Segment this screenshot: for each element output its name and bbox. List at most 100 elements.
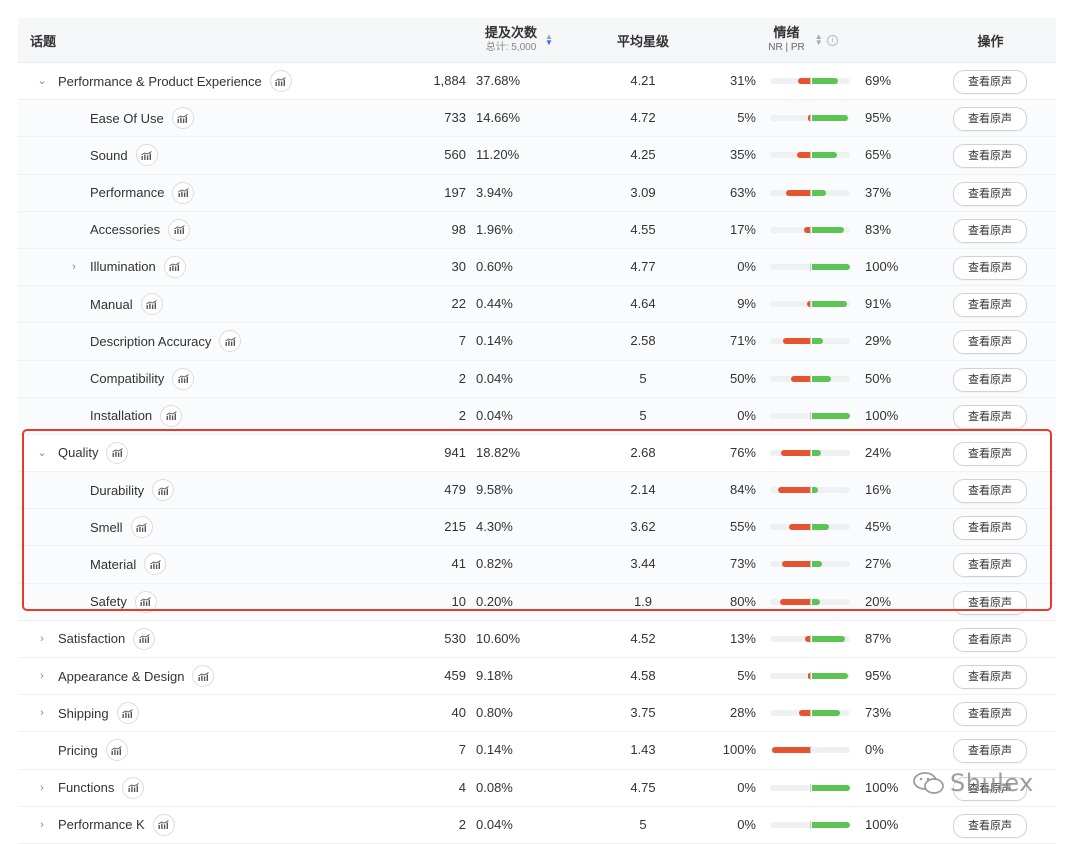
sentiment-bar xyxy=(770,188,850,197)
topic-label[interactable]: Appearance & Design xyxy=(58,669,184,684)
view-reviews-button[interactable]: 查看原声 xyxy=(953,441,1027,466)
topic-label[interactable]: Illumination xyxy=(90,259,156,274)
topic-label[interactable]: Performance K xyxy=(58,817,145,832)
view-reviews-button[interactable]: 查看原声 xyxy=(953,144,1027,169)
positive-rate: 69% xyxy=(865,73,892,88)
trend-chart-icon[interactable] xyxy=(192,665,215,687)
topic-label[interactable]: Durability xyxy=(90,483,144,498)
chevron-right-icon[interactable]: › xyxy=(36,770,48,806)
table-row: ⌄ Quality 941 18.82% 2.68 76% 24% 查看原声 xyxy=(18,434,1056,473)
topic-cell: Compatibility xyxy=(90,361,195,397)
trend-chart-icon[interactable] xyxy=(172,367,195,390)
average-rating: 4.58 xyxy=(630,668,656,683)
table-row: Smell 215 4.30% 3.62 55% 45% 查看原声 xyxy=(18,509,1056,547)
trend-chart-icon[interactable] xyxy=(133,627,156,650)
trend-chart-icon[interactable] xyxy=(163,255,186,278)
trend-chart-icon[interactable] xyxy=(269,70,292,92)
chevron-right-icon[interactable]: › xyxy=(36,695,48,731)
view-reviews-button[interactable]: 查看原声 xyxy=(953,330,1027,355)
topic-label[interactable]: Performance xyxy=(90,185,164,200)
topic-label[interactable]: Material xyxy=(90,557,136,572)
topic-label[interactable]: Sound xyxy=(90,148,128,163)
trend-chart-icon[interactable] xyxy=(219,330,242,353)
table-row: › Satisfaction 530 10.60% 4.52 13% 87% 查… xyxy=(18,620,1056,658)
topic-cell: Appearance & Design xyxy=(58,658,215,694)
topic-label[interactable]: Manual xyxy=(90,297,133,312)
trend-chart-icon[interactable] xyxy=(106,441,129,464)
trend-chart-icon[interactable] xyxy=(122,776,145,799)
topic-label[interactable]: Performance & Product Experience xyxy=(58,74,262,89)
topic-label[interactable]: Compatibility xyxy=(90,371,164,386)
trend-chart-icon[interactable] xyxy=(171,107,194,130)
trend-chart-icon[interactable] xyxy=(116,702,139,725)
trend-chart-icon[interactable] xyxy=(172,181,195,204)
sentiment-bar-divider xyxy=(810,486,811,495)
info-icon[interactable]: i xyxy=(826,34,838,46)
view-reviews-button[interactable]: 查看原声 xyxy=(953,181,1027,206)
trend-chart-icon[interactable] xyxy=(140,293,163,316)
view-reviews-button[interactable]: 查看原声 xyxy=(953,218,1027,243)
column-header-rating: 平均星级 xyxy=(616,33,669,49)
topic-label[interactable]: Shipping xyxy=(58,706,109,721)
sentiment-bar-negative xyxy=(797,152,810,159)
view-reviews-button[interactable]: 查看原声 xyxy=(953,479,1027,504)
topic-label[interactable]: Ease Of Use xyxy=(90,111,164,126)
positive-rate: 73% xyxy=(865,705,892,721)
trend-chart-icon[interactable] xyxy=(152,813,175,836)
view-reviews-button[interactable]: 查看原声 xyxy=(953,739,1027,764)
sentiment-bar-divider xyxy=(810,300,811,309)
mention-count: 10 xyxy=(451,593,466,609)
topic-label[interactable]: Safety xyxy=(90,594,127,609)
topic-label[interactable]: Description Accuracy xyxy=(90,334,211,349)
mention-count: 7 xyxy=(458,333,466,349)
mention-count: 2 xyxy=(458,816,466,832)
table-row: › Functions 4 0.08% 4.75 0% 100% 查看原声 xyxy=(18,769,1056,807)
trend-chart-icon[interactable] xyxy=(168,218,191,241)
negative-rate: 28% xyxy=(729,705,756,721)
view-reviews-button[interactable]: 查看原声 xyxy=(953,70,1027,94)
topic-label[interactable]: Pricing xyxy=(58,743,98,758)
chevron-right-icon[interactable]: › xyxy=(36,658,48,694)
column-header-mentions[interactable]: 提及次数 总计: 5,000 ▲ ▼ xyxy=(438,18,553,62)
view-reviews-button[interactable]: 查看原声 xyxy=(953,553,1027,578)
chevron-right-icon[interactable]: › xyxy=(36,621,48,657)
view-reviews-button[interactable]: 查看原声 xyxy=(953,665,1027,689)
topic-label[interactable]: Quality xyxy=(58,445,98,460)
sort-icon[interactable]: ▲ ▼ xyxy=(545,33,553,47)
view-reviews-button[interactable]: 查看原声 xyxy=(953,516,1027,541)
positive-rate: 100% xyxy=(865,816,899,832)
chevron-down-icon[interactable]: ⌄ xyxy=(36,435,48,471)
sentiment-bar-divider xyxy=(810,448,811,457)
topic-label[interactable]: Installation xyxy=(90,408,152,423)
trend-chart-icon[interactable] xyxy=(144,553,167,576)
view-reviews-button[interactable]: 查看原声 xyxy=(953,293,1027,318)
trend-chart-icon[interactable] xyxy=(135,144,158,167)
trend-chart-icon[interactable] xyxy=(152,479,175,502)
view-reviews-button[interactable]: 查看原声 xyxy=(953,404,1027,429)
sentiment-bar-positive xyxy=(812,821,850,828)
topic-label[interactable]: Accessories xyxy=(90,222,160,237)
view-reviews-button[interactable]: 查看原声 xyxy=(953,367,1027,392)
view-reviews-button[interactable]: 查看原声 xyxy=(953,255,1027,280)
topic-label[interactable]: Smell xyxy=(90,520,123,535)
trend-chart-icon[interactable] xyxy=(160,404,183,427)
chevron-right-icon[interactable]: › xyxy=(36,807,48,843)
topic-label[interactable]: Satisfaction xyxy=(58,631,125,646)
table-row: Pricing 7 0.14% 1.43 100% 0% 查看原声 xyxy=(18,732,1056,770)
trend-chart-icon[interactable] xyxy=(105,739,128,762)
view-reviews-button[interactable]: 查看原声 xyxy=(953,627,1027,652)
mention-percent: 9.18% xyxy=(476,668,513,683)
sentiment-bar xyxy=(770,448,850,457)
trend-chart-icon[interactable] xyxy=(130,516,153,539)
chevron-right-icon[interactable]: › xyxy=(68,249,80,285)
view-reviews-button[interactable]: 查看原声 xyxy=(953,702,1027,727)
topic-label[interactable]: Functions xyxy=(58,780,114,795)
topic-cell: Performance & Product Experience xyxy=(58,63,292,99)
column-header-sentiment[interactable]: 情绪 NR | PR ▲ ▼ i xyxy=(738,18,868,62)
chevron-down-icon[interactable]: ⌄ xyxy=(36,63,48,99)
view-reviews-button[interactable]: 查看原声 xyxy=(953,107,1027,132)
trend-chart-icon[interactable] xyxy=(134,590,157,613)
sort-icon[interactable]: ▲ ▼ xyxy=(815,33,823,47)
view-reviews-button[interactable]: 查看原声 xyxy=(953,590,1027,615)
sentiment-bar-positive xyxy=(812,263,850,270)
